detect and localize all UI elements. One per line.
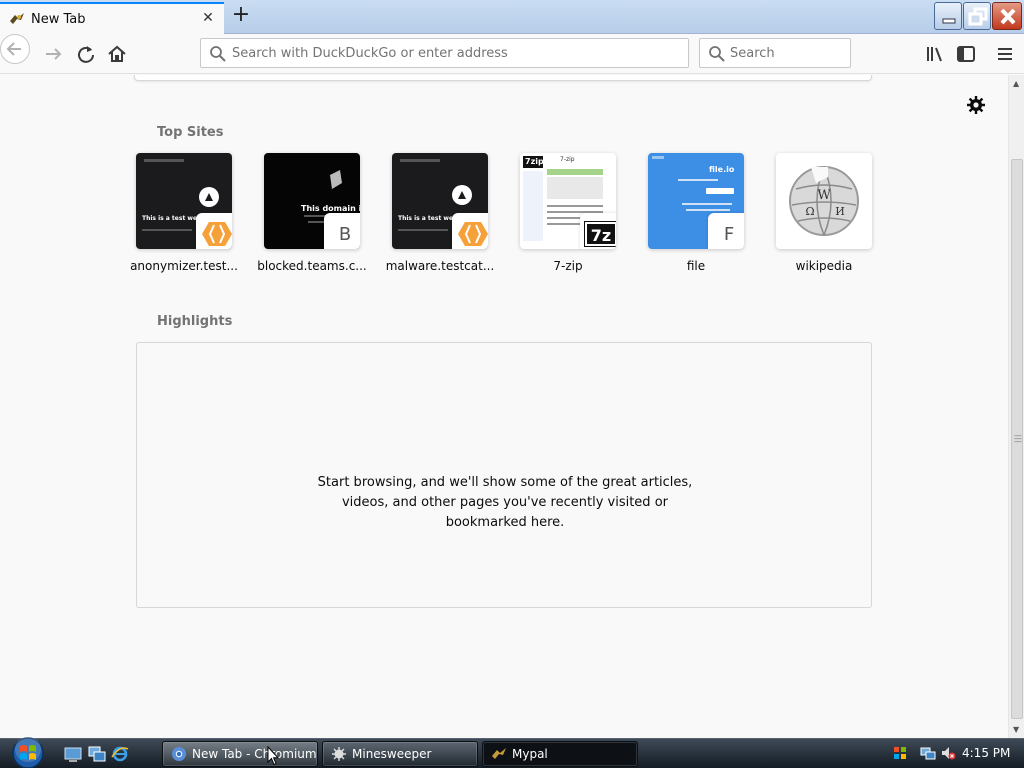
top-sites-title: Top Sites bbox=[157, 125, 224, 140]
mypal-icon bbox=[10, 13, 24, 24]
top-site-tile[interactable]: file.io F file bbox=[648, 153, 744, 273]
svg-text:Ω: Ω bbox=[805, 205, 814, 218]
site-thumbnail: This is a test website bbox=[136, 153, 232, 249]
library-icon[interactable] bbox=[923, 42, 947, 66]
tile-label: malware.testcat... bbox=[385, 259, 495, 273]
7z-icon: 7z bbox=[580, 213, 616, 249]
close-window-button[interactable] bbox=[992, 2, 1022, 30]
tab-title: New Tab bbox=[31, 11, 86, 27]
top-site-tile[interactable]: W Ω И wikipedia bbox=[776, 153, 872, 273]
taskbar: New Tab - Chromium Minesweeper Mypal 4:1… bbox=[0, 736, 1024, 768]
restore-button[interactable] bbox=[963, 2, 991, 30]
highlights-title: Highlights bbox=[157, 314, 233, 329]
scroll-down-arrow-icon[interactable]: ▼ bbox=[1013, 725, 1019, 734]
reload-icon[interactable] bbox=[74, 42, 98, 66]
top-site-tile[interactable]: 7zip 7-zip 7z 7-zip bbox=[520, 153, 616, 273]
7z-logo: 7z bbox=[584, 221, 616, 247]
show-desktop-icon[interactable] bbox=[64, 745, 82, 763]
minimize-button[interactable] bbox=[934, 2, 962, 30]
thumbnail-caption: 7-zip bbox=[560, 156, 575, 163]
tile-label: file bbox=[686, 259, 706, 273]
tile-label: anonymizer.test... bbox=[130, 259, 238, 273]
minesweeper-icon bbox=[332, 747, 346, 761]
letter-badge: F bbox=[708, 213, 744, 249]
close-icon bbox=[1000, 8, 1016, 25]
minimize-icon bbox=[942, 18, 956, 24]
page-scrollbar[interactable]: ▲ — — — ▼ bbox=[1008, 75, 1024, 738]
taskbar-item-label: New Tab - Chromium bbox=[192, 747, 317, 761]
site-thumbnail: This domain is bloc B bbox=[264, 153, 360, 249]
scrollbar-thumb[interactable]: — — — bbox=[1011, 159, 1023, 719]
mouse-cursor-icon bbox=[267, 746, 279, 766]
search-icon bbox=[210, 46, 226, 62]
navigation-toolbar bbox=[0, 34, 1024, 74]
tab-new-tab[interactable]: New Tab ✕ bbox=[0, 2, 224, 34]
back-arrow-icon bbox=[6, 42, 21, 56]
letter-badge: B bbox=[324, 213, 360, 249]
home-icon[interactable] bbox=[105, 42, 129, 66]
thumbnail-caption: file.io bbox=[709, 165, 735, 174]
top-site-tile[interactable]: This domain is bloc B blocked.teams.c... bbox=[257, 153, 367, 273]
tile-label: wikipedia bbox=[795, 259, 853, 273]
site-thumbnail: file.io F bbox=[648, 153, 744, 249]
svg-text:И: И bbox=[835, 205, 845, 218]
tile-label: 7-zip bbox=[553, 259, 583, 273]
forward-arrow-icon[interactable] bbox=[42, 42, 66, 66]
wikipedia-globe-icon: W Ω И bbox=[789, 166, 859, 236]
top-site-tile[interactable]: This is a test website malware.testcat..… bbox=[386, 153, 494, 273]
chromium-icon bbox=[172, 747, 186, 761]
tab-strip: New Tab ✕ + bbox=[0, 0, 1024, 34]
logo-text: 7zip bbox=[525, 157, 544, 166]
internet-explorer-icon[interactable] bbox=[111, 745, 129, 763]
taskbar-clock[interactable]: 4:15 PM bbox=[962, 746, 1010, 760]
cloudflare-icon bbox=[196, 213, 232, 249]
scroll-up-arrow-icon[interactable]: ▲ bbox=[1013, 79, 1019, 88]
thumbnail-caption: This domain is bloc bbox=[301, 204, 360, 213]
volume-muted-icon[interactable] bbox=[940, 745, 956, 761]
restore-icon bbox=[968, 7, 988, 26]
svg-text:W: W bbox=[817, 188, 831, 203]
network-icon[interactable] bbox=[920, 745, 936, 761]
taskbar-item-label: Mypal bbox=[512, 747, 548, 761]
mypal-icon bbox=[492, 748, 506, 759]
site-thumbnail: 7zip 7-zip 7z bbox=[520, 153, 616, 249]
sidebar-icon[interactable] bbox=[954, 42, 978, 66]
start-button[interactable] bbox=[8, 736, 48, 768]
url-input[interactable] bbox=[232, 39, 682, 67]
taskbar-item-chromium[interactable]: New Tab - Chromium bbox=[162, 741, 318, 767]
site-thumbnail: This is a test website bbox=[392, 153, 488, 249]
taskbar-item-minesweeper[interactable]: Minesweeper bbox=[322, 741, 478, 767]
highlights-empty-message: Start browsing, and we'll show some of t… bbox=[317, 475, 693, 530]
new-tab-button[interactable]: + bbox=[230, 4, 252, 28]
tile-label: blocked.teams.c... bbox=[257, 259, 367, 273]
gear-icon[interactable] bbox=[966, 95, 986, 115]
grip-icon: — — — bbox=[1014, 431, 1022, 446]
action-center-flag-icon[interactable] bbox=[892, 745, 908, 761]
highlights-panel: Start browsing, and we'll show some of t… bbox=[136, 342, 872, 608]
new-tab-page: Top Sites This is a test website anonymi… bbox=[0, 75, 1008, 738]
top-site-tile[interactable]: This is a test website anonymizer.test..… bbox=[130, 153, 238, 273]
site-thumbnail: W Ω И bbox=[776, 153, 872, 249]
url-bar[interactable] bbox=[200, 38, 689, 68]
search-bar[interactable] bbox=[699, 38, 851, 68]
system-tray: 4:15 PM bbox=[884, 739, 1024, 768]
back-button[interactable] bbox=[0, 34, 30, 64]
taskbar-item-label: Minesweeper bbox=[352, 747, 432, 761]
search-icon bbox=[709, 46, 725, 62]
switch-windows-icon[interactable] bbox=[88, 745, 106, 763]
search-card-edge bbox=[134, 75, 872, 81]
taskbar-item-mypal[interactable]: Mypal bbox=[482, 741, 638, 767]
cloudflare-icon bbox=[452, 213, 488, 249]
search-input[interactable] bbox=[730, 39, 846, 67]
menu-icon[interactable] bbox=[993, 42, 1017, 66]
close-tab-icon[interactable]: ✕ bbox=[200, 10, 216, 26]
